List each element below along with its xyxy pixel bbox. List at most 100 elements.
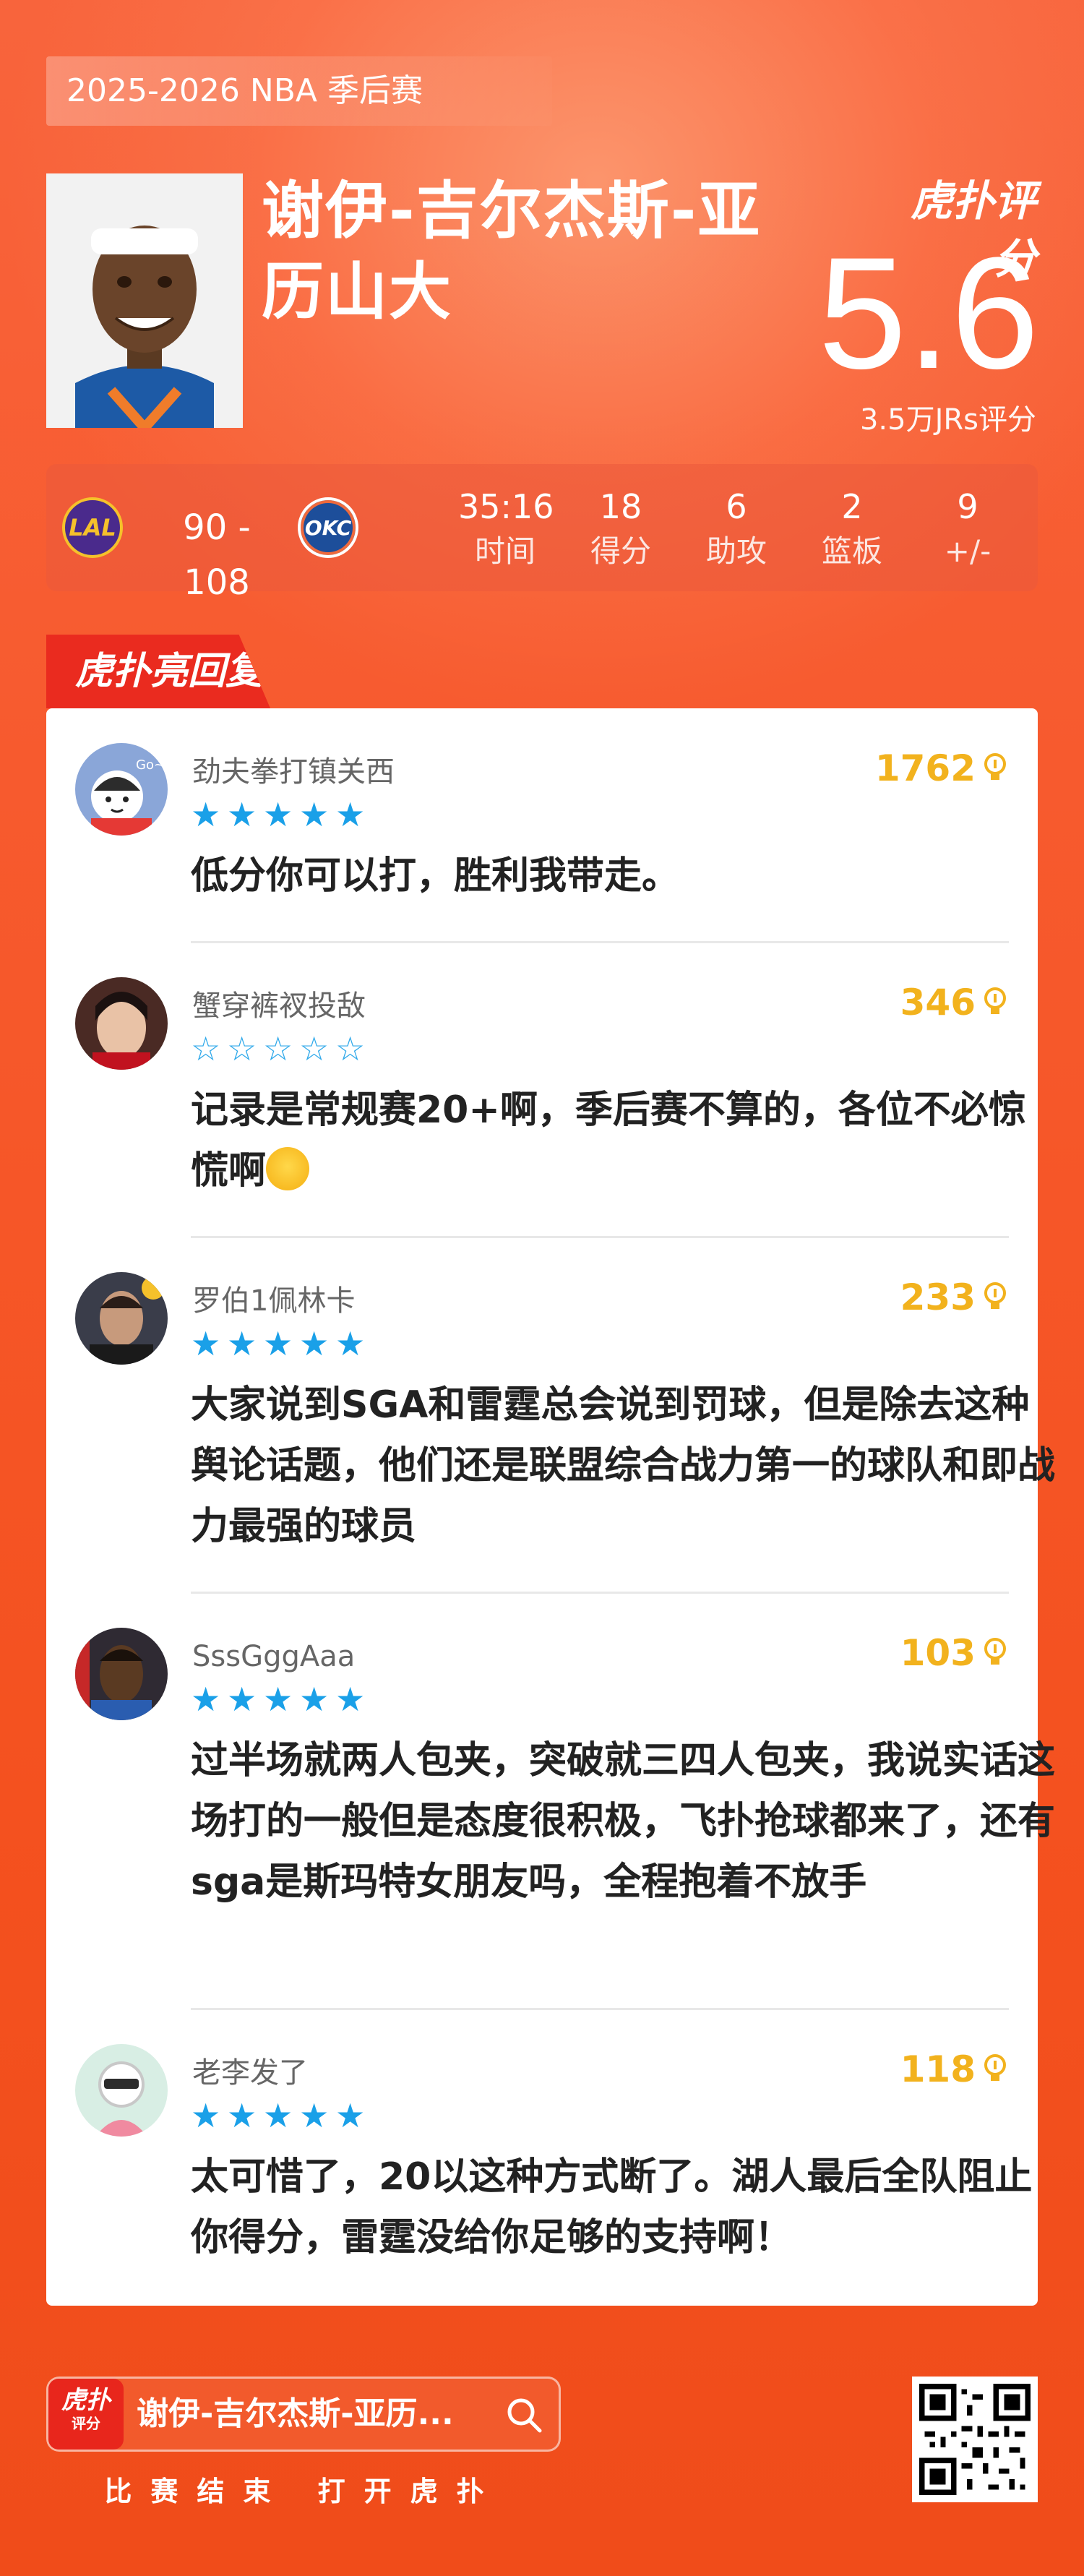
star-icon: ★ bbox=[335, 1680, 366, 1719]
star-rating: ★ ★ ★ ★ ★ bbox=[191, 798, 369, 831]
comment-text: 低分你可以打，胜利我带走。 bbox=[191, 854, 680, 898]
star-rating: ★ ★ ★ ★ ★ bbox=[191, 1327, 369, 1360]
lightbulb-icon bbox=[984, 987, 1006, 1014]
stat-label: 时间 bbox=[474, 533, 535, 569]
like-count: 103 bbox=[900, 1632, 976, 1674]
star-icon: ★ bbox=[227, 795, 257, 834]
like-count: 233 bbox=[900, 1276, 976, 1318]
star-outline-icon: ☆ bbox=[191, 1029, 221, 1068]
like-count: 346 bbox=[900, 982, 976, 1023]
rating-score: 5.6 bbox=[818, 224, 1039, 402]
star-icon: ★ bbox=[299, 1324, 330, 1363]
qr-code bbox=[912, 2377, 1038, 2502]
star-outline-icon: ☆ bbox=[299, 1029, 330, 1068]
game-stat-bar[interactable]: LAL 90 - 108 OKC 35:16 时间 18 得分 6 助攻 2 篮… bbox=[46, 464, 1038, 603]
user-avatar[interactable] bbox=[75, 977, 168, 1070]
star-icon: ★ bbox=[335, 2096, 366, 2135]
lightbulb-icon bbox=[984, 753, 1006, 780]
comment-username[interactable]: 老李发了 bbox=[192, 2054, 308, 2092]
user-avatar[interactable]: Go~ bbox=[75, 743, 168, 836]
user-avatar[interactable] bbox=[75, 1272, 168, 1365]
rating-count: 3.5万JRs评分 bbox=[859, 403, 1036, 437]
laughing-emoji-icon bbox=[266, 1147, 310, 1190]
comment-text-body: 记录是常规赛20+啊，季后赛不算的，各位不必惊慌啊 bbox=[191, 1089, 1026, 1193]
star-outline-icon: ☆ bbox=[263, 1029, 293, 1068]
game-score: 90 - 108 bbox=[183, 507, 251, 603]
thunder-logo: OKC bbox=[298, 497, 358, 558]
star-icon: ★ bbox=[263, 795, 293, 834]
search-query: 谢伊-吉尔杰斯-亚历... bbox=[137, 2395, 454, 2432]
stat-value: 18 bbox=[599, 487, 642, 526]
star-icon: ★ bbox=[299, 2096, 330, 2135]
divider bbox=[191, 941, 1009, 943]
star-icon: ★ bbox=[263, 1324, 293, 1363]
search-icon[interactable] bbox=[505, 2396, 544, 2435]
stat-label: +/- bbox=[944, 533, 991, 569]
star-outline-icon: ☆ bbox=[335, 1029, 366, 1068]
hupu-rating-logo: 虎扑评分 bbox=[910, 176, 1036, 283]
like-button[interactable]: 346 bbox=[900, 980, 1007, 1025]
open-app-cta[interactable]: 比赛结束 打开虎扑 bbox=[46, 2469, 561, 2509]
app-icon-title: 虎扑 bbox=[61, 2386, 111, 2415]
star-icon: ★ bbox=[191, 1324, 221, 1363]
stat-label: 助攻 bbox=[705, 533, 767, 569]
comment-text: 记录是常规赛20+啊，季后赛不算的，各位不必惊慌啊 bbox=[191, 1080, 1058, 1201]
star-icon: ★ bbox=[335, 795, 366, 834]
star-rating: ★ ★ ★ ★ ★ bbox=[191, 2099, 369, 2132]
star-icon: ★ bbox=[227, 1324, 257, 1363]
star-icon: ★ bbox=[263, 2096, 293, 2135]
lightbulb-icon bbox=[984, 1282, 1006, 1309]
stat-value: 2 bbox=[841, 487, 863, 526]
star-icon: ★ bbox=[191, 795, 221, 834]
like-count: 1762 bbox=[874, 747, 976, 789]
star-rating: ★ ★ ★ ★ ★ bbox=[191, 1683, 369, 1716]
comment-username[interactable]: 劲夫拳打镇关西 bbox=[192, 753, 395, 791]
stat-points: 18 得分 bbox=[574, 484, 668, 574]
star-icon: ★ bbox=[227, 1680, 257, 1719]
star-outline-icon: ☆ bbox=[227, 1029, 257, 1068]
comment-text: 大家说到SGA和雷霆总会说到罚球，但是除去这种舆论话题，他们还是联盟综合战力第一… bbox=[191, 1383, 1056, 1548]
star-icon: ★ bbox=[191, 1680, 221, 1719]
stat-assists: 6 助攻 bbox=[689, 484, 783, 574]
like-button[interactable]: 103 bbox=[900, 1631, 1007, 1675]
lightbulb-icon bbox=[984, 2054, 1006, 2081]
star-icon: ★ bbox=[263, 1680, 293, 1719]
like-button[interactable]: 118 bbox=[900, 2047, 1007, 2092]
like-button[interactable]: 233 bbox=[900, 1275, 1007, 1320]
stat-label: 篮板 bbox=[821, 533, 882, 569]
season-label: 2025-2026 NBA 季后赛 bbox=[46, 56, 552, 126]
star-icon: ★ bbox=[191, 2096, 221, 2135]
comment-list: Go~ 劲夫拳打镇关西 ★ ★ ★ ★ ★ 1762 低分你可以打，胜利我带走。 蟹穿裤… bbox=[46, 708, 1055, 2306]
player-name: 谢伊-吉尔杰斯-亚历山大 bbox=[262, 175, 762, 328]
stat-value: 35:16 bbox=[458, 487, 554, 526]
stat-value: 6 bbox=[726, 487, 747, 526]
divider bbox=[191, 1592, 1009, 1594]
star-icon: ★ bbox=[335, 1324, 366, 1363]
stat-value: 9 bbox=[957, 487, 978, 526]
star-icon: ★ bbox=[227, 2096, 257, 2135]
comment-username[interactable]: SssGggAaa bbox=[192, 1638, 355, 1675]
comment-text: 太可惜了，20以这种方式断了。湖人最后全队阻止你得分，雷霆没给你足够的支持啊！ bbox=[191, 2155, 1033, 2259]
user-avatar[interactable] bbox=[75, 2044, 168, 2137]
divider bbox=[191, 1236, 1009, 1238]
stat-rebounds: 2 篮板 bbox=[805, 484, 899, 574]
stat-minutes: 35:16 时间 bbox=[458, 484, 554, 574]
home-team-abbr: LAL bbox=[69, 514, 116, 541]
comment-username[interactable]: 罗伯1佩林卡 bbox=[192, 1282, 355, 1320]
lakers-logo: LAL bbox=[62, 497, 123, 558]
hupu-app-icon[interactable]: 虎扑 评分 bbox=[48, 2379, 124, 2450]
stat-label: 得分 bbox=[590, 533, 651, 569]
player-photo bbox=[46, 173, 243, 428]
user-avatar[interactable] bbox=[75, 1628, 168, 1720]
away-team-abbr: OKC bbox=[304, 515, 352, 540]
divider bbox=[191, 2008, 1009, 2010]
search-bar[interactable]: 虎扑 评分 谢伊-吉尔杰斯-亚历... bbox=[46, 2377, 561, 2452]
comment-username[interactable]: 蟹穿裤衩投敌 bbox=[192, 987, 366, 1025]
star-icon: ★ bbox=[299, 795, 330, 834]
app-icon-sub: 评分 bbox=[72, 2415, 100, 2432]
comment-text: 过半场就两人包夹，突破就三四人包夹，我说实话这场打的一般但是态度很积极，飞扑抢球… bbox=[191, 1739, 1056, 1904]
star-icon: ★ bbox=[299, 1680, 330, 1719]
svg-text:Go~: Go~ bbox=[136, 757, 165, 773]
stat-plus-minus: 9 +/- bbox=[921, 484, 1015, 574]
like-button[interactable]: 1762 bbox=[875, 746, 1007, 791]
